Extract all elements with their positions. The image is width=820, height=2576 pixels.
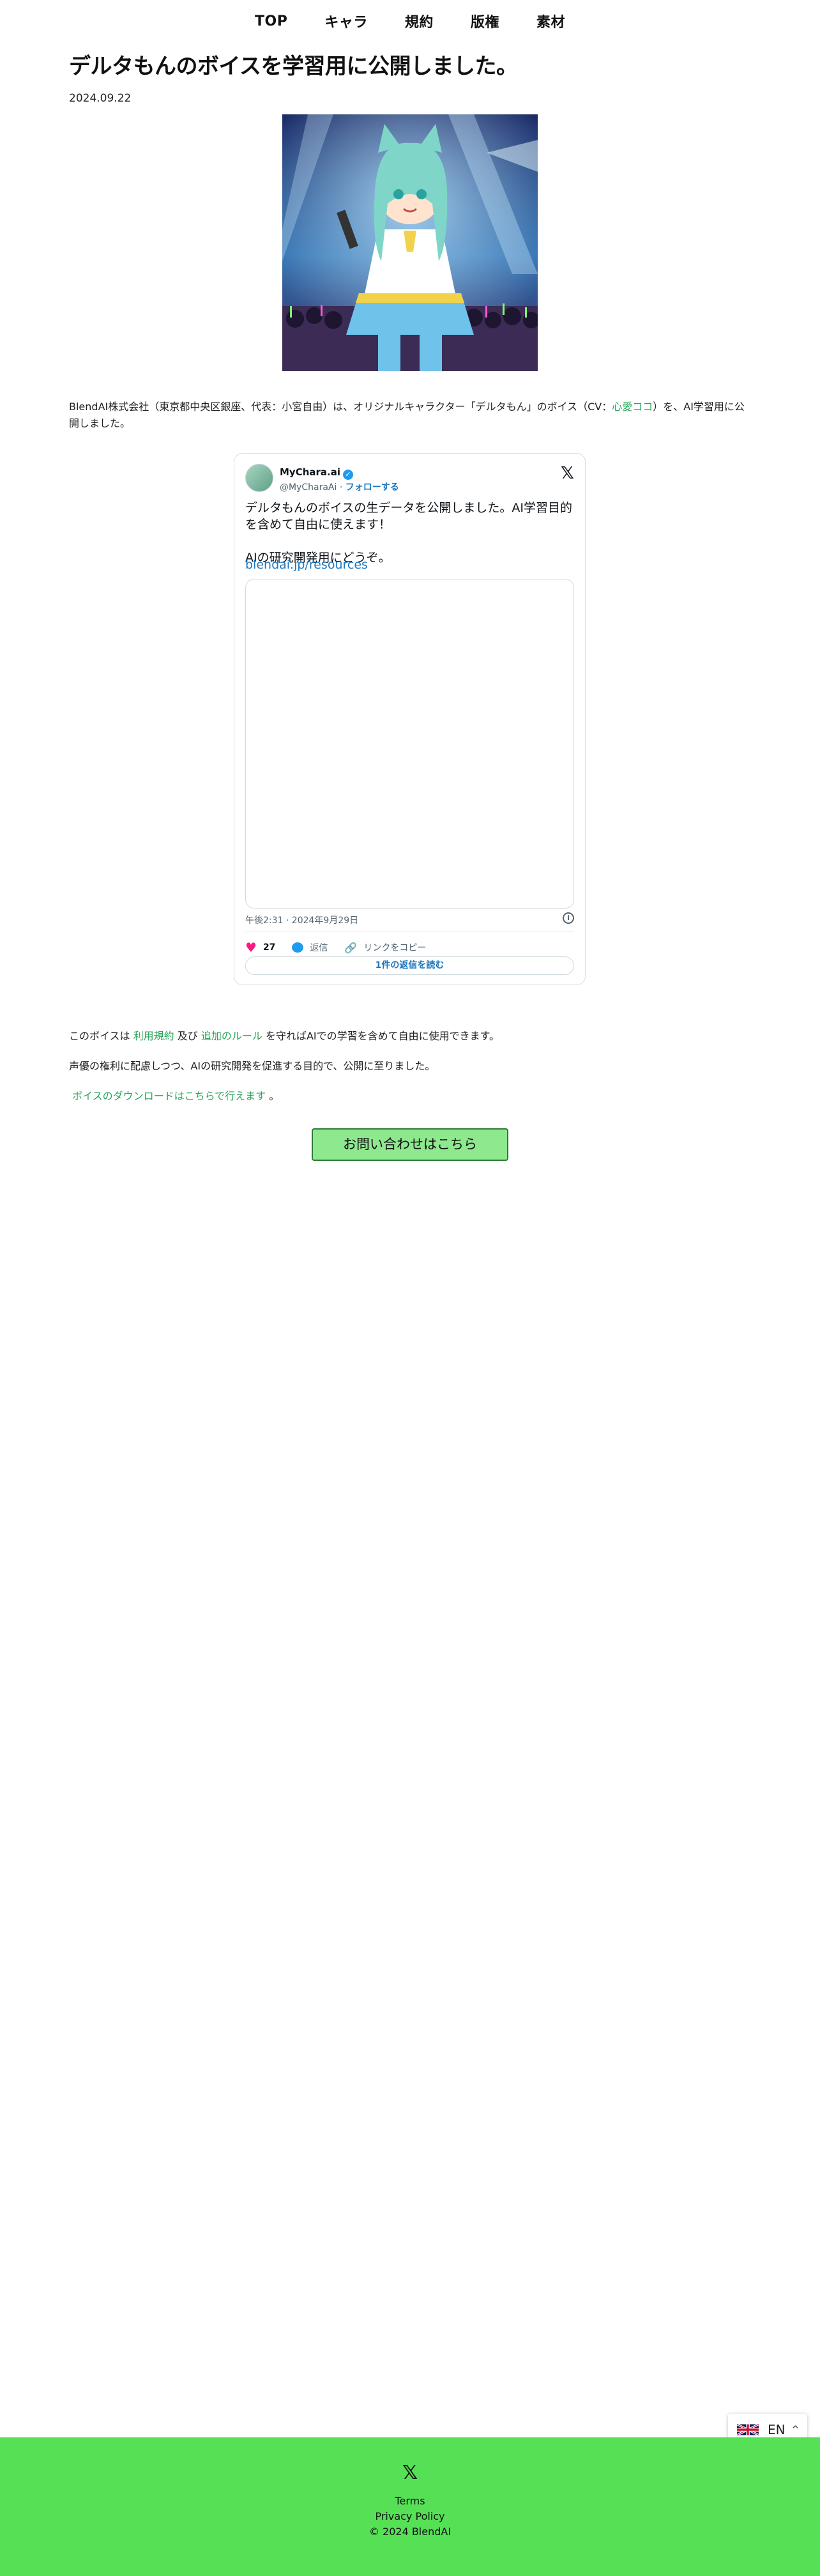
terms-text-start: このボイスは	[69, 1030, 130, 1042]
like-count: 27	[262, 942, 276, 953]
contact-button[interactable]: お問い合わせはこちら	[312, 1128, 508, 1161]
terms-text-mid: 及び	[177, 1030, 198, 1042]
read-replies-button[interactable]: 1件の返信を読む	[245, 956, 574, 975]
tweet-media[interactable]	[245, 579, 574, 908]
heart-icon: ♥	[245, 940, 257, 955]
nav-materials[interactable]: 素材	[536, 11, 565, 31]
verified-badge-icon: ✓	[343, 470, 353, 480]
tweet-actions: ♥ 27 返信 🔗 リンクをコピー	[245, 938, 574, 957]
tweet-text: デルタもんのボイスの生データを公開しました。AI学習目的を含めて自由に使えます！…	[245, 501, 573, 565]
nav-terms[interactable]: 規約	[405, 11, 434, 31]
follow-button[interactable]: フォローする	[345, 482, 399, 493]
language-label: EN	[768, 2422, 786, 2437]
footer-copyright: © 2024 BlendAI	[368, 2526, 452, 2538]
footer-privacy-link[interactable]: Privacy Policy	[0, 2510, 820, 2522]
tweet-user-name[interactable]: MyChara.ai ✓	[280, 466, 353, 480]
tweet-handle[interactable]: @MyCharaAi	[280, 482, 337, 493]
terms-paragraph: このボイスは 利用規約 及び 追加のルール を守ればAIでの学習を含めて自由に使…	[69, 1028, 751, 1045]
avatar[interactable]	[245, 464, 273, 492]
tweet-timestamp[interactable]: 午後2:31 · 2024年9月29日	[245, 916, 358, 926]
tweet-handle-row: @MyCharaAi · フォローする	[280, 482, 399, 493]
download-suffix: 。	[269, 1090, 280, 1102]
article-header: デルタもんのボイスを学習用に公開しました。 2024.09.22	[69, 49, 751, 105]
reply-bubble-icon	[292, 942, 304, 953]
tweet-link[interactable]: blendai.jp/resources	[245, 558, 368, 572]
footer-terms-link[interactable]: Terms	[0, 2495, 820, 2507]
tweet-meta: 午後2:31 · 2024年9月29日 i	[245, 912, 574, 926]
nav-characters[interactable]: キャラ	[324, 11, 368, 31]
cv-link[interactable]: 心愛ココ	[612, 401, 653, 413]
intro-paragraph: BlendAI株式会社（東京都中央区銀座、代表：小宮自由）は、オリジナルキャラク…	[69, 399, 751, 432]
intro-text-start: BlendAI株式会社（東京都中央区銀座、代表：小宮自由）は、オリジナルキャラク…	[69, 401, 612, 413]
top-navigation: TOP キャラ 規約 版権 素材	[0, 0, 820, 42]
footer: 𝕏 Terms Privacy Policy © 2024 BlendAI	[0, 2437, 820, 2576]
page-title: デルタもんのボイスを学習用に公開しました。	[69, 54, 518, 79]
copy-link-label: リンクをコピー	[363, 943, 427, 953]
reply-button[interactable]: 返信	[292, 941, 328, 954]
additional-rules-link[interactable]: 追加のルール	[201, 1030, 262, 1042]
tweet-header: MyChara.ai ✓ @MyCharaAi · フォローする 𝕏	[245, 463, 574, 493]
chevron-up-icon: ^	[791, 2425, 800, 2435]
purpose-paragraph: 声優の権利に配慮しつつ、AIの研究開発を促進する目的で、公開に至りました。	[69, 1060, 436, 1072]
nav-top[interactable]: TOP	[255, 13, 287, 29]
x-social-icon[interactable]: 𝕏	[0, 2462, 820, 2484]
hero-image	[282, 114, 538, 371]
download-paragraph: ボイスのダウンロードはこちらで行えます 。	[69, 1088, 751, 1105]
like-button[interactable]: ♥ 27	[245, 940, 275, 955]
download-link[interactable]: ボイスのダウンロードはこちらで行えます	[72, 1090, 266, 1102]
divider	[245, 931, 574, 932]
terms-link[interactable]: 利用規約	[133, 1030, 174, 1042]
info-icon[interactable]: i	[563, 912, 574, 924]
tweet-embed: MyChara.ai ✓ @MyCharaAi · フォローする 𝕏 デルタもんの…	[234, 453, 586, 985]
post-date: 2024.09.22	[69, 92, 132, 105]
link-icon: 🔗	[344, 941, 358, 954]
nav-copyright[interactable]: 版権	[471, 11, 499, 31]
reply-label: 返信	[310, 943, 328, 953]
x-logo-icon[interactable]: 𝕏	[561, 464, 574, 483]
uk-flag-icon	[737, 2423, 759, 2437]
terms-text-end: を守ればAIでの学習を含めて自由に使用できます。	[265, 1030, 500, 1042]
character-illustration	[282, 114, 538, 371]
copy-link-button[interactable]: 🔗 リンクをコピー	[344, 941, 426, 954]
